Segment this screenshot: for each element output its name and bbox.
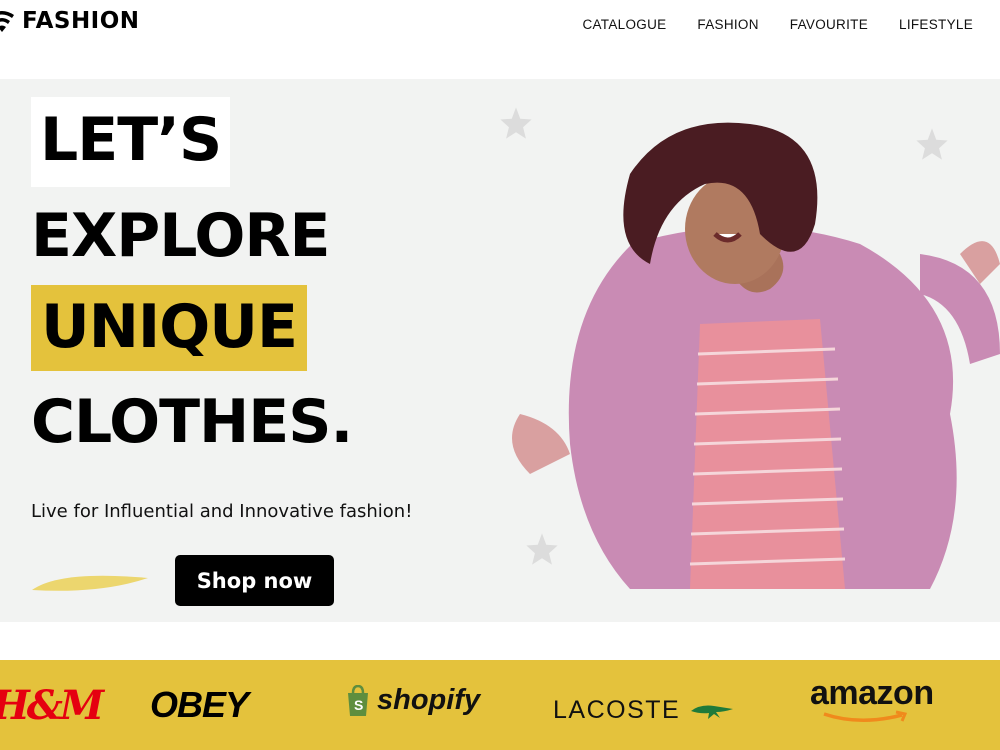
main-nav: CATALOGUE FASHION FAVOURITE LIFESTYLE: [582, 17, 973, 32]
brand-amazon-logo[interactable]: amazon: [810, 676, 934, 730]
model-photo: [512, 122, 1000, 589]
nav-lifestyle[interactable]: LIFESTYLE: [899, 17, 973, 32]
shop-now-button[interactable]: Shop now: [175, 555, 334, 606]
headline-line-4: CLOTHES.: [31, 387, 353, 457]
svg-text:S: S: [354, 697, 363, 713]
logo-text: FASHION: [22, 8, 140, 34]
brand-obey-logo[interactable]: OBEY: [150, 684, 249, 726]
hero-banner: LET’S EXPLORE UNIQUE CLOTHES. Live for I…: [0, 79, 1000, 622]
shopify-bag-icon: S: [348, 684, 368, 716]
site-header: FASHION CATALOGUE FASHION FAVOURITE LIFE…: [0, 0, 1000, 50]
hero-tagline: Live for Influential and Innovative fash…: [31, 501, 413, 522]
amazon-smile-icon: [823, 710, 908, 722]
lacoste-wordmark: LACOSTE: [553, 696, 681, 724]
site-logo[interactable]: FASHION: [0, 8, 140, 34]
brand-shopify-logo[interactable]: S shopify: [345, 684, 480, 717]
wifi-logo-icon: [0, 11, 14, 32]
amazon-wordmark: amazon: [810, 674, 934, 712]
nav-fashion[interactable]: FASHION: [697, 17, 758, 32]
headline-line-1: LET’S: [31, 97, 231, 187]
brand-lacoste-logo[interactable]: LACOSTE: [553, 696, 734, 725]
headline-line-2: EXPLORE: [31, 201, 331, 271]
crocodile-icon: [691, 705, 734, 719]
brand-hm-logo[interactable]: H&M: [0, 682, 104, 729]
nav-favourite[interactable]: FAVOURITE: [790, 17, 868, 32]
nav-catalogue[interactable]: CATALOGUE: [582, 17, 666, 32]
brand-strip: H&M OBEY S shopify LACOSTE amazon: [0, 660, 1000, 750]
shopify-wordmark: shopify: [377, 684, 481, 716]
yellow-swoosh-decoration: [32, 575, 148, 591]
headline-line-3: UNIQUE: [31, 285, 307, 371]
